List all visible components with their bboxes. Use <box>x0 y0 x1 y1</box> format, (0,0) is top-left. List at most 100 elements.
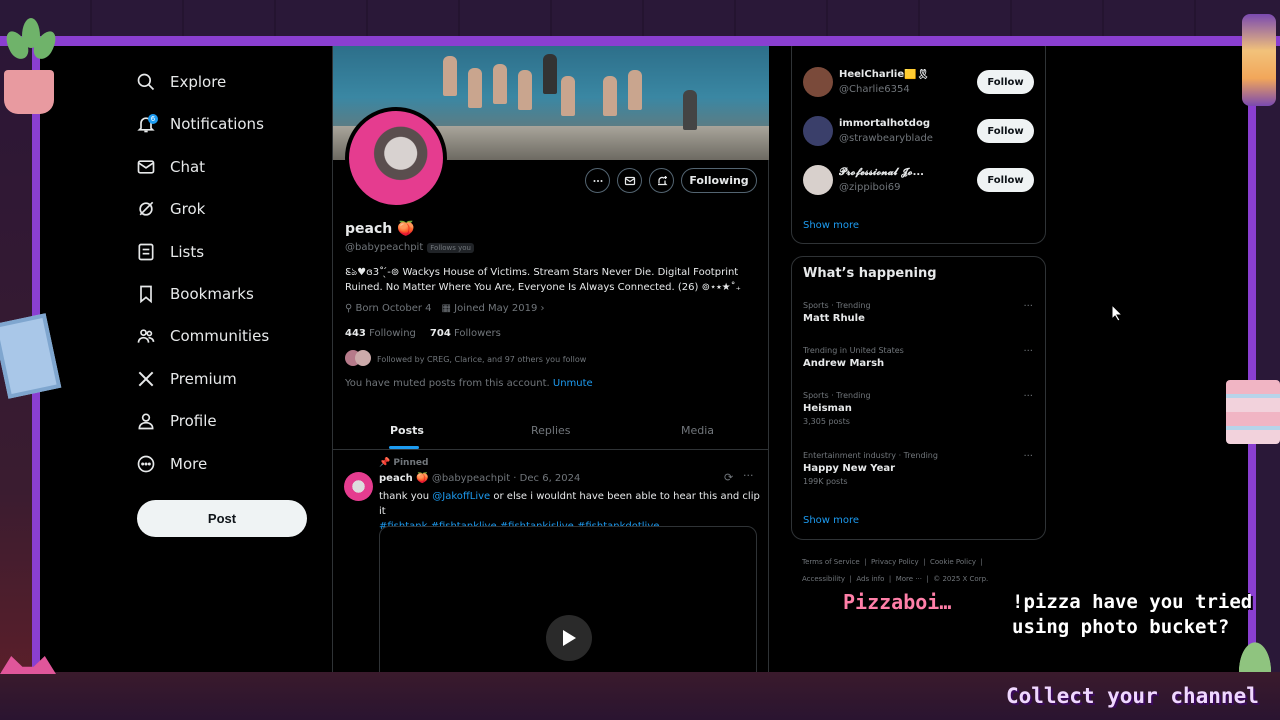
active-tab-indicator <box>389 446 419 449</box>
calendar-icon: ▦ <box>441 303 451 314</box>
account-avatar <box>803 116 833 146</box>
nav-lists[interactable]: Lists <box>136 234 204 270</box>
who-to-follow-panel: HeelCharlie🟨🎗 @Charlie6354 Follow immort… <box>791 46 1046 244</box>
nav-explore[interactable]: Explore <box>136 64 226 100</box>
footer-link[interactable]: Ads info <box>856 575 884 583</box>
trend-more-icon[interactable]: ··· <box>1023 451 1033 462</box>
profile-meta: ⚲ Born October 4 ▦ Joined May 2019 › <box>345 303 545 314</box>
nav-chat[interactable]: Chat <box>136 149 205 185</box>
post-author-name[interactable]: peach 🍑 <box>379 473 429 484</box>
chat-message: !pizza have you tried using photo bucket… <box>1012 591 1253 638</box>
more-options-button[interactable] <box>585 168 610 193</box>
nav-bookmarks[interactable]: Bookmarks <box>136 276 254 312</box>
follow-button[interactable]: Follow <box>977 70 1034 94</box>
trend-item[interactable]: Sports · Trending Matt Rhule ··· <box>803 301 1035 324</box>
list-icon <box>138 243 154 261</box>
footer-link[interactable]: More ··· <box>896 575 922 583</box>
followed-by-text: Followed by CREG, Clarice, and 97 others… <box>377 354 587 364</box>
suggested-account[interactable]: HeelCharlie🟨🎗 @Charlie6354 Follow <box>803 67 1034 99</box>
followed-by-row[interactable]: Followed by CREG, Clarice, and 97 others… <box>345 350 586 368</box>
footer-link[interactable]: Cookie Policy <box>930 558 976 566</box>
unmute-link[interactable]: Unmute <box>553 378 593 389</box>
profile-stats: 443 Following 704 Followers <box>345 328 501 339</box>
nav-lists-label: Lists <box>170 243 205 261</box>
footer-link[interactable]: Accessibility <box>802 575 845 583</box>
tab-posts[interactable]: Posts <box>390 424 424 437</box>
copyright: © 2025 X Corp. <box>933 575 989 583</box>
tab-replies[interactable]: Replies <box>531 424 571 437</box>
nav-grok-label: Grok <box>170 200 206 218</box>
profile-avatar[interactable] <box>345 107 447 209</box>
people-icon <box>137 329 155 343</box>
post-more-icon[interactable]: ··· <box>743 469 754 482</box>
followers-link[interactable]: 704 Followers <box>430 328 501 339</box>
overlay-top-frame <box>0 0 1280 46</box>
show-more-link[interactable]: Show more <box>803 220 859 231</box>
profile-tabs: Posts Replies Media <box>333 414 769 450</box>
post-author-handle[interactable]: @babypeachpit <box>432 473 510 484</box>
chat-username: Pizzaboi… <box>843 590 952 614</box>
profile-handle-row: @babypeachpit Follows you <box>345 242 474 253</box>
footer-links: Terms of Service | Privacy Policy | Cook… <box>802 558 989 583</box>
nav-profile[interactable]: Profile <box>136 403 217 439</box>
x-profile-page: Explore 6 Notifications Chat Grok Lists … <box>40 46 1248 672</box>
nav-grok[interactable]: Grok <box>136 191 205 227</box>
post-video[interactable] <box>379 526 757 672</box>
post-button[interactable]: Post <box>137 500 307 537</box>
following-button[interactable]: Following <box>681 168 757 193</box>
nav-communities[interactable]: Communities <box>136 318 269 354</box>
suggested-account[interactable]: 𝓟𝓻𝓸𝓯𝓮𝓼𝓼𝓲𝓸𝓷𝓪𝓵 𝓙𝓸... @zippiboi69 Follow <box>803 165 1034 197</box>
footer-link[interactable]: Terms of Service <box>802 558 860 566</box>
trend-more-icon[interactable]: ··· <box>1023 346 1033 357</box>
following-link[interactable]: 443 Following <box>345 328 416 339</box>
search-icon <box>137 73 155 91</box>
profile-column: Following peach 🍑 @babypeachpit Follows y… <box>332 46 769 672</box>
trend-more-icon[interactable]: ··· <box>1023 301 1033 312</box>
notification-badge: 6 <box>148 114 158 124</box>
follow-button[interactable]: Follow <box>977 119 1034 143</box>
lantern-decoration <box>1242 14 1276 106</box>
show-more-link[interactable]: Show more <box>803 515 859 526</box>
play-button[interactable] <box>546 615 592 661</box>
mouse-cursor-icon <box>1111 304 1123 322</box>
pinned-label: 📌 Pinned <box>379 458 429 468</box>
follow-button[interactable]: Follow <box>977 168 1034 192</box>
nav-premium[interactable]: Premium <box>136 361 237 397</box>
post-author-avatar[interactable] <box>344 472 373 501</box>
trend-item[interactable]: Trending in United States Andrew Marsh ·… <box>803 346 1035 369</box>
birthday-item: ⚲ Born October 4 <box>345 303 432 314</box>
chevron-right-icon[interactable]: › <box>541 303 545 314</box>
footer-link[interactable]: Privacy Policy <box>871 558 919 566</box>
grok-icon[interactable]: ⟳ <box>724 471 733 484</box>
play-icon <box>563 630 576 646</box>
post-mention[interactable]: @JakoffLive <box>432 491 490 502</box>
nav-explore-label: Explore <box>170 73 227 91</box>
suggested-account[interactable]: immortalhotdog @strawbearyblade Follow <box>803 116 1034 148</box>
panel-title: What’s happening <box>803 266 937 281</box>
post-date[interactable]: Dec 6, 2024 <box>520 473 581 484</box>
trend-item[interactable]: Sports · Trending Heisman 3,305 posts ··… <box>803 391 1035 426</box>
nav-notifications-label: Notifications <box>170 115 264 133</box>
bookmark-icon <box>140 285 152 304</box>
bell-icon: 6 <box>136 114 158 134</box>
post-header: peach 🍑 @babypeachpit · Dec 6, 2024 <box>379 473 581 484</box>
mutual-avatars <box>345 350 371 368</box>
account-avatar <box>803 165 833 195</box>
plant-pot-decoration <box>4 70 54 114</box>
muted-notice: You have muted posts from this account. … <box>345 378 593 389</box>
nav-premium-label: Premium <box>170 370 237 388</box>
nav-chat-label: Chat <box>170 158 206 176</box>
nav-profile-label: Profile <box>170 412 217 430</box>
follows-you-badge: Follows you <box>427 243 474 253</box>
grok-icon <box>139 201 154 216</box>
nav-notifications[interactable]: 6 Notifications <box>136 106 264 142</box>
x-logo-icon <box>138 371 154 387</box>
profile-handle: @babypeachpit <box>345 242 424 253</box>
nav-communities-label: Communities <box>170 327 270 345</box>
message-button[interactable] <box>617 168 642 193</box>
nav-more[interactable]: More <box>136 446 207 482</box>
trend-item[interactable]: Entertainment industry · Trending Happy … <box>803 451 1035 486</box>
subscribe-notifications-button[interactable] <box>649 168 674 193</box>
trend-more-icon[interactable]: ··· <box>1023 391 1033 402</box>
tab-media[interactable]: Media <box>681 424 714 437</box>
